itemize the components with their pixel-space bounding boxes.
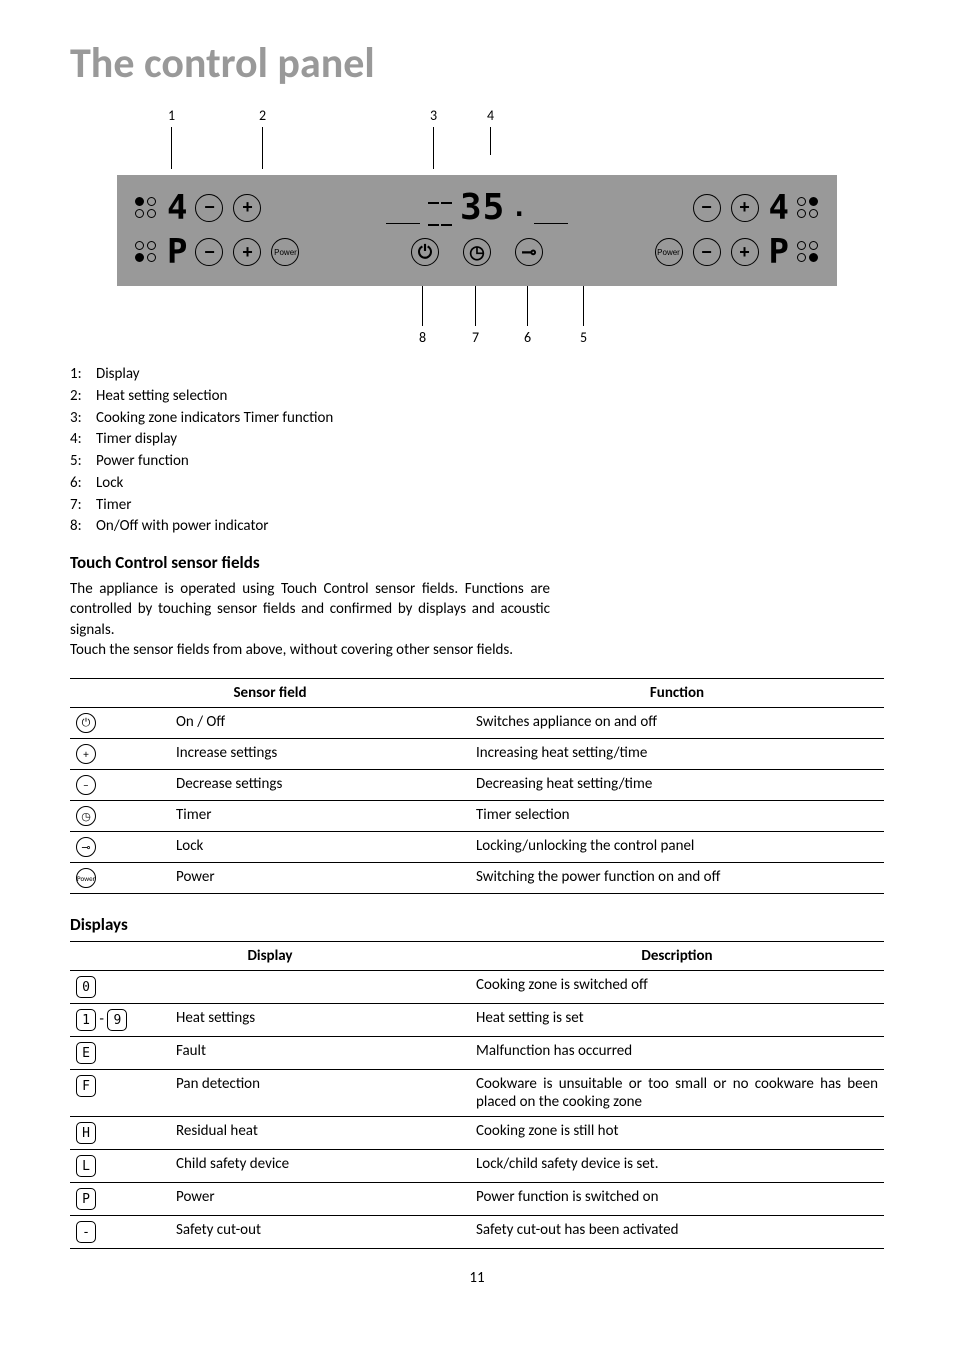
page-title: The control panel <box>70 38 884 89</box>
touch-control-heading: Touch Control sensor fields <box>70 552 884 573</box>
clock-icon: ◷ <box>463 238 491 266</box>
power-text-circle-icon: Power <box>76 868 96 888</box>
callout-2: 2 <box>259 107 266 124</box>
display-0-icon: 0 <box>76 976 96 998</box>
display-e-icon: E <box>76 1042 96 1064</box>
plus-icon: + <box>233 238 261 266</box>
sensor-field-table: Sensor field Function ⏻On / OffSwitches … <box>70 678 884 894</box>
plus-icon: + <box>731 194 759 222</box>
display-h-icon: H <box>76 1122 96 1144</box>
zone-indicator-dots <box>135 241 157 263</box>
callout-8: 8 <box>419 329 426 346</box>
heat-digit-right-top: 4 <box>769 188 787 228</box>
display-9-icon: 9 <box>107 1009 127 1031</box>
zone-indicator-dots <box>797 241 819 263</box>
heat-digit-left-top: 4 <box>167 188 185 228</box>
zone-indicator-dots <box>797 197 819 219</box>
plus-icon: + <box>731 238 759 266</box>
callout-5: 5 <box>580 329 587 346</box>
displays-table: Display Description 0Cooking zone is swi… <box>70 941 884 1249</box>
minus-icon: − <box>693 238 721 266</box>
display-l-icon: L <box>76 1155 96 1177</box>
clock-circle-icon: ◷ <box>76 806 96 826</box>
display-f-icon: F <box>76 1075 96 1097</box>
onoff-icon: ⏻ <box>411 238 439 266</box>
minus-circle-icon: − <box>76 775 96 795</box>
power-icon: Power <box>655 238 683 266</box>
lock-icon: ⊸ <box>515 238 543 266</box>
page-number: 11 <box>70 1269 884 1287</box>
display-dash-icon: - <box>76 1221 96 1243</box>
key-circle-icon: ⊸ <box>76 837 96 857</box>
callout-6: 6 <box>524 329 531 346</box>
callout-4: 4 <box>487 107 494 124</box>
displays-heading: Displays <box>70 914 884 935</box>
callout-3: 3 <box>430 107 437 124</box>
callout-1: 1 <box>168 107 175 124</box>
minus-icon: − <box>693 194 721 222</box>
display-p-icon: P <box>76 1188 96 1210</box>
zone-indicators-icon <box>426 200 454 228</box>
heat-digit-right-bottom: P <box>769 232 787 272</box>
timer-display: 35. <box>460 187 528 228</box>
minus-icon: − <box>195 238 223 266</box>
legend-list: 1:Display 2:Heat setting selection 3:Coo… <box>70 364 884 538</box>
plus-icon: + <box>233 194 261 222</box>
heat-digit-left-bottom: P <box>167 232 185 272</box>
touch-control-paragraph: The appliance is operated using Touch Co… <box>70 579 550 660</box>
minus-icon: − <box>195 194 223 222</box>
callout-7: 7 <box>472 329 479 346</box>
zone-indicator-dots <box>135 197 157 219</box>
power-icon: Power <box>271 238 299 266</box>
onoff-circle-icon: ⏻ <box>76 713 96 733</box>
control-panel-diagram: 1 2 3 4 4 − + 35. <box>117 107 837 346</box>
display-1-icon: 1 <box>76 1009 96 1031</box>
plus-circle-icon: + <box>76 744 96 764</box>
